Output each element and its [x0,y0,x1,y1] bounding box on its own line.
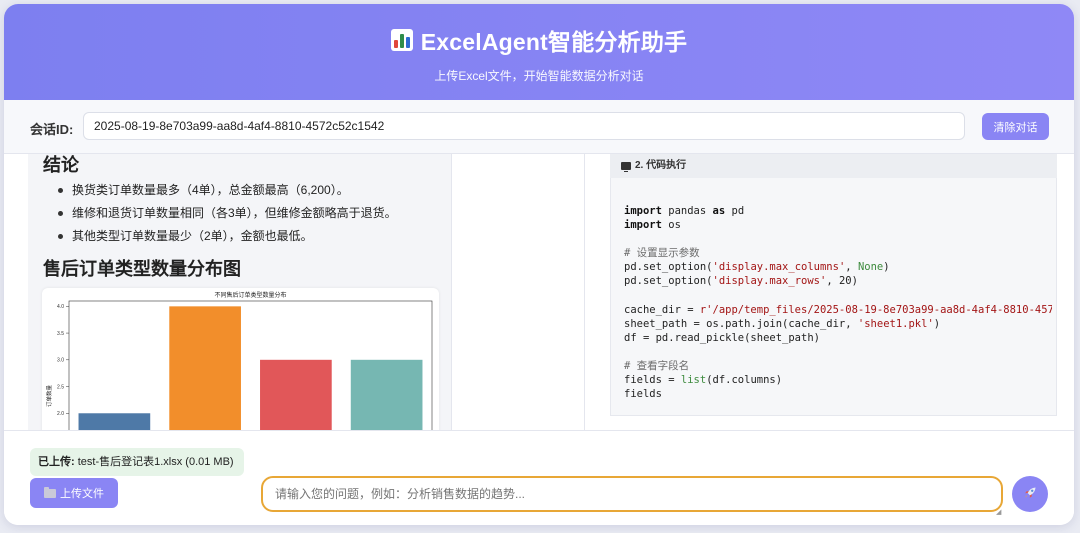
conclusion-list: 换货类订单数量最多（4单），总金额最高（6,200）。 维修和退货订单数量相同（… [58,182,448,251]
y-tick-label: 2.0 [57,411,64,417]
app-subtitle: 上传Excel文件，开始智能数据分析对话 [434,69,644,83]
session-id-label: 会话ID: [30,122,74,137]
y-axis-label: 订单数量 [45,385,53,408]
y-tick-label: 2.5 [57,384,64,390]
input-area: 已上传: test-售后登记表1.xlsx (0.01 MB) 上传文件 ◢ [4,430,1074,525]
upload-status-badge: 已上传: test-售后登记表1.xlsx (0.01 MB) [30,448,244,476]
bar-chart-icon [390,29,413,51]
chart-title: 不同售后订单类型数量分布 [214,291,286,299]
upload-button-label: 上传文件 [60,488,104,500]
conclusion-heading: 结论 [43,155,79,175]
y-tick-label: 3.0 [57,358,64,364]
upload-status-label: 已上传: [38,456,75,468]
monitor-icon [621,162,631,172]
resize-handle-icon[interactable]: ◢ [996,508,1001,516]
conversation-area[interactable]: 结论 换货类订单数量最多（4单），总金额最高（6,200）。 维修和退货订单数量… [4,154,1074,430]
bar-维修 [260,359,332,430]
title-row: ExcelAgent智能分析助手 [4,24,1074,56]
upload-file-button[interactable]: 上传文件 [30,478,118,508]
bar-换货 [169,306,241,430]
app-header: ExcelAgent智能分析助手 上传Excel文件，开始智能数据分析对话 [4,4,1074,100]
send-button[interactable] [1012,476,1048,512]
code-execution-panel: 2. 代码执行 import pandas as pd import os # … [610,154,1057,416]
rocket-icon [1025,487,1036,498]
folder-icon [44,486,56,498]
conclusion-item: 其他类型订单数量最少（2单），金额也最低。 [58,228,448,251]
bar-其他 [78,413,151,430]
conclusion-item: 维修和退货订单数量相同（各3单），但维修金额略高于退货。 [58,205,448,228]
chart-container: 不同售后订单类型数量分布1.52.02.53.03.54.0订单数量 [42,288,439,430]
y-tick-label: 3.5 [57,331,64,337]
uploaded-file-info: test-售后登记表1.xlsx (0.01 MB) [77,456,234,468]
conclusion-item: 换货类订单数量最多（4单），总金额最高（6,200）。 [58,182,448,205]
chart-heading: 售后订单类型数量分布图 [43,259,241,279]
code-content: import pandas as pd import os # 设置显示参数 p… [624,205,1052,401]
chat-input[interactable] [261,476,1003,512]
clear-conversation-button[interactable]: 清除对话 [982,113,1049,140]
bar-退货 [350,359,423,430]
code-panel-title: 2. 代码执行 [635,160,687,171]
code-panel-header: 2. 代码执行 [610,154,1057,178]
session-bar: 会话ID: 2025-08-19-8e703a99-aa8d-4af4-8810… [4,100,1074,154]
bar-chart: 不同售后订单类型数量分布1.52.02.53.03.54.0订单数量 [45,291,433,430]
y-tick-label: 4.0 [57,304,64,310]
app-title: ExcelAgent智能分析助手 [420,29,688,55]
session-id-field[interactable]: 2025-08-19-8e703a99-aa8d-4af4-8810-4572c… [83,112,965,140]
app-window: ExcelAgent智能分析助手 上传Excel文件，开始智能数据分析对话 会话… [4,4,1074,525]
code-block: import pandas as pd import os # 设置显示参数 p… [610,178,1057,416]
message-spacer [452,154,585,430]
analysis-result-card: 结论 换货类订单数量最多（4单），总金额最高（6,200）。 维修和退货订单数量… [28,154,452,430]
